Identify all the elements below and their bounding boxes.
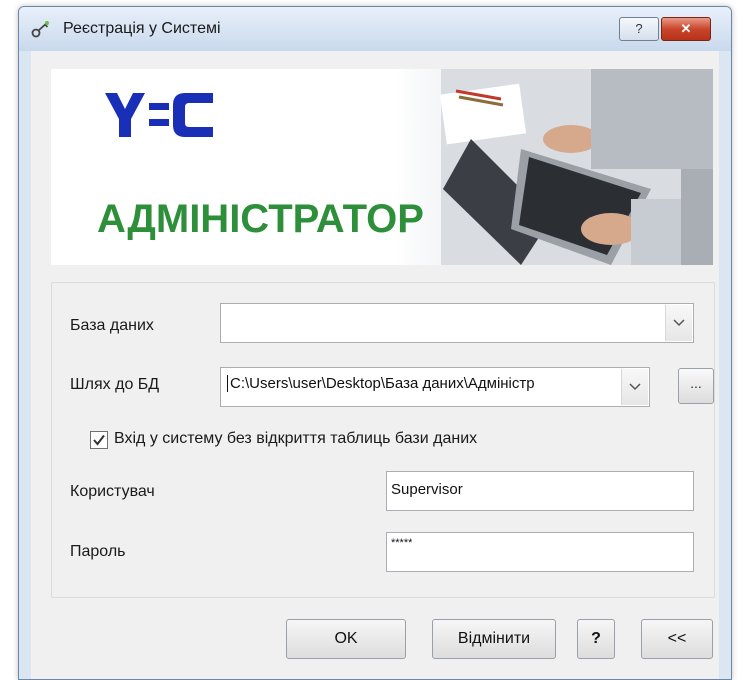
- ok-button[interactable]: OK: [286, 619, 406, 659]
- user-label: Користувач: [70, 483, 155, 500]
- title-bar[interactable]: Реєстрація у Системі ? ✕: [19, 7, 731, 51]
- company-logo: [105, 93, 213, 137]
- database-combobox[interactable]: [220, 303, 694, 343]
- db-path-label: Шлях до БД: [70, 376, 160, 393]
- banner-image: АДМІНІСТРАТОР: [51, 69, 713, 265]
- keys-icon: [31, 21, 49, 38]
- user-input[interactable]: Supervisor: [386, 471, 694, 511]
- no-tables-label: Вхід у систему без відкриття таблиць баз…: [114, 430, 478, 447]
- password-input[interactable]: *****: [386, 532, 694, 572]
- user-value: Supervisor: [391, 481, 463, 498]
- chevron-down-icon[interactable]: [621, 369, 648, 405]
- login-dialog: Реєстрація у Системі ? ✕ АДМІНІСТРАТОР Б…: [18, 6, 732, 680]
- browse-button[interactable]: ...: [678, 368, 714, 404]
- help-button[interactable]: ?: [577, 619, 615, 659]
- title-help-button[interactable]: ?: [619, 17, 659, 41]
- dialog-body: АДМІНІСТРАТОР База даних Шлях до БД C:\U…: [31, 51, 719, 679]
- chevron-down-icon[interactable]: [665, 305, 692, 341]
- banner-heading: АДМІНІСТРАТОР: [97, 197, 424, 241]
- password-label: Пароль: [70, 543, 126, 560]
- db-path-value: C:\Users\user\Desktop\База даних\Адмініс…: [227, 375, 626, 392]
- password-value: *****: [391, 537, 413, 549]
- window-title: Реєстрація у Системі: [63, 20, 221, 37]
- cancel-button[interactable]: Відмінити: [432, 619, 556, 659]
- checkmark-icon: [93, 434, 105, 446]
- login-form: База даних Шлях до БД C:\Users\user\Desk…: [51, 282, 715, 598]
- collapse-button[interactable]: <<: [641, 619, 713, 659]
- close-button[interactable]: ✕: [661, 17, 711, 41]
- database-label: База даних: [70, 317, 154, 334]
- db-path-combobox[interactable]: C:\Users\user\Desktop\База даних\Адмініс…: [220, 367, 650, 407]
- no-tables-checkbox[interactable]: [90, 431, 108, 449]
